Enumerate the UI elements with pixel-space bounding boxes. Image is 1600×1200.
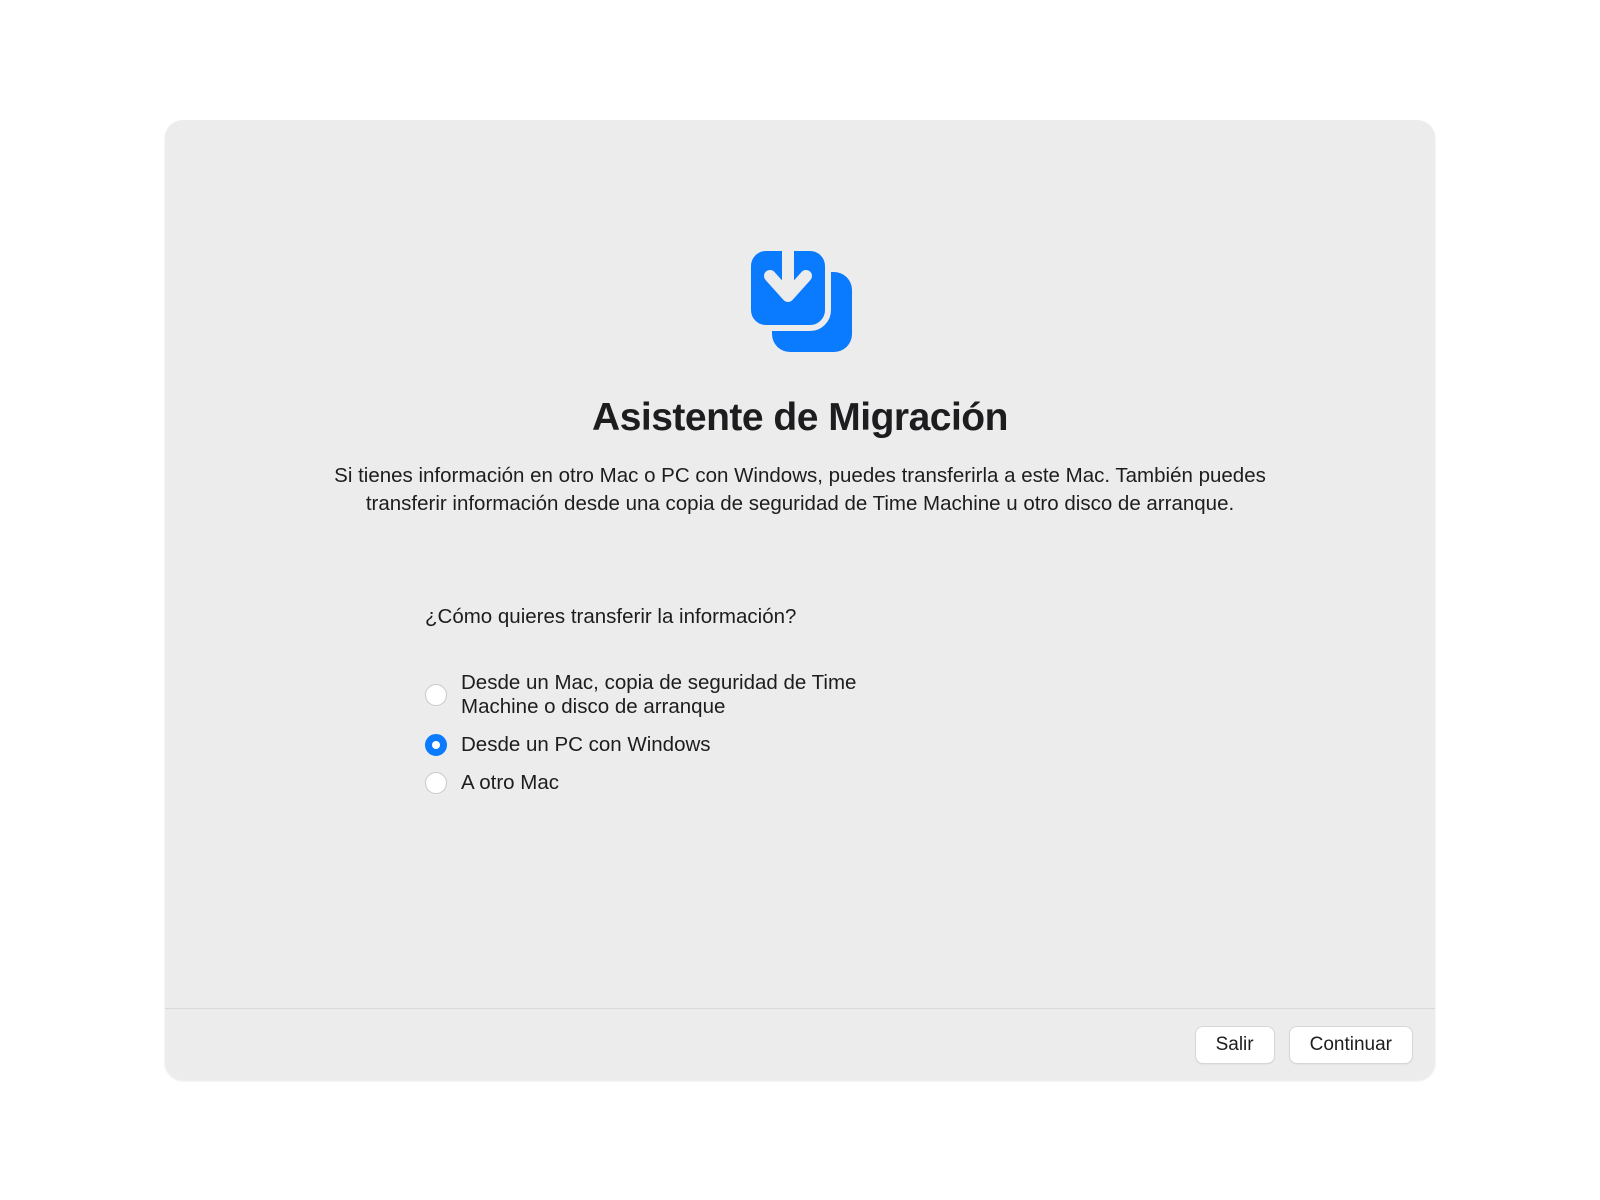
option-label: Desde un PC con Windows [461, 733, 711, 757]
option-label: A otro Mac [461, 771, 559, 795]
option-to-mac[interactable]: A otro Mac [425, 771, 925, 795]
continue-button[interactable]: Continuar [1289, 1026, 1413, 1064]
footer-bar: Salir Continuar [165, 1008, 1435, 1080]
option-from-windows[interactable]: Desde un PC con Windows [425, 733, 925, 757]
radio-icon-selected [425, 734, 447, 756]
content-area: Asistente de Migración Si tienes informa… [165, 120, 1435, 1008]
radio-icon [425, 684, 447, 706]
options-prompt: ¿Cómo quieres transferir la información? [425, 605, 925, 629]
page-description: Si tienes información en otro Mac o PC c… [295, 462, 1305, 517]
radio-icon [425, 772, 447, 794]
migration-assistant-window: Asistente de Migración Si tienes informa… [165, 120, 1435, 1080]
exit-button[interactable]: Salir [1195, 1026, 1275, 1064]
options-block: ¿Cómo quieres transferir la información?… [165, 605, 925, 809]
page-title: Asistente de Migración [592, 396, 1008, 440]
option-from-mac[interactable]: Desde un Mac, copia de seguridad de Time… [425, 671, 925, 719]
option-label: Desde un Mac, copia de seguridad de Time… [461, 671, 925, 719]
migration-download-icon [720, 218, 880, 378]
